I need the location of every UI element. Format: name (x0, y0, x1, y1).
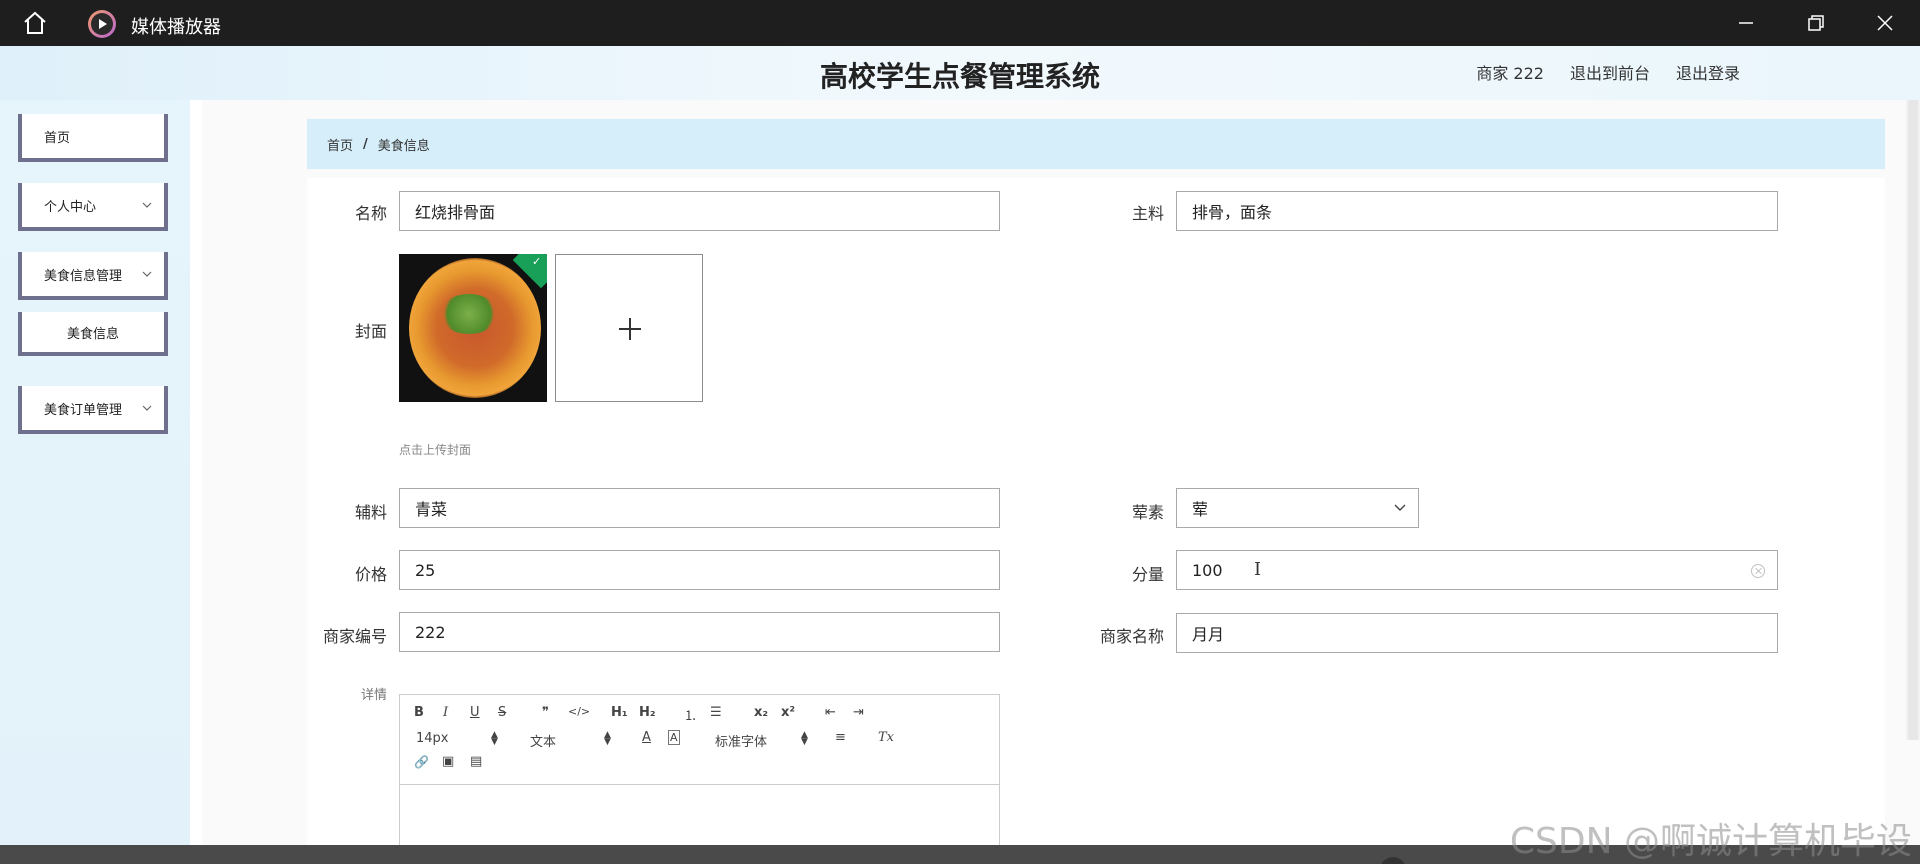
player-handle[interactable] (1380, 857, 1406, 864)
main-ingredient-input[interactable]: 排骨，面条 (1176, 191, 1778, 231)
sidebar-item-order-management[interactable]: 美食订单管理 (18, 386, 168, 434)
aux-ingredient-value: 青菜 (415, 500, 448, 519)
sidebar-item-label: 美食信息 (66, 326, 119, 342)
page-scrollbar[interactable] (1906, 100, 1920, 740)
background-color-button[interactable]: A (668, 730, 680, 745)
home-icon[interactable] (22, 11, 48, 35)
text-type-select[interactable]: 文本 ▲ ▼ (530, 731, 611, 751)
meat-veg-label: 荤素 (1131, 503, 1164, 522)
check-icon: ✓ (532, 255, 542, 268)
media-player-titlebar: 媒体播放器 (0, 0, 1920, 46)
name-input[interactable]: 红烧排骨面 (399, 191, 1000, 231)
outdent-button[interactable]: ⇤ (825, 705, 836, 720)
superscript-button[interactable]: x² (781, 705, 795, 720)
app-title: 媒体播放器 (131, 17, 221, 38)
sidebar-item-label: 美食信息管理 (44, 268, 123, 284)
meat-veg-select[interactable]: 荤 (1176, 488, 1419, 528)
main-ingredient-label: 主料 (1131, 204, 1164, 223)
code-button[interactable]: </> (568, 705, 590, 718)
merchant-name-label: 商家名称 (1099, 627, 1164, 646)
subscript-button[interactable]: x₂ (754, 705, 768, 720)
price-input[interactable]: 25 (399, 550, 1000, 590)
name-value: 红烧排骨面 (415, 203, 496, 222)
bullet-list-button[interactable]: ☰ (710, 705, 722, 720)
cover-image[interactable]: ✓ (399, 254, 547, 402)
system-header: 高校学生点餐管理系统 商家 222 退出到前台 退出登录 (0, 46, 1920, 100)
noodle-greens (439, 294, 499, 334)
merchant-account: 商家 222 (1476, 64, 1544, 83)
merchant-no-input[interactable]: 222 (399, 612, 1000, 652)
align-button[interactable]: ≡ (835, 730, 846, 745)
link-button[interactable]: 🔗 (414, 755, 429, 769)
chevron-down-icon (142, 271, 152, 277)
upload-tip: 点击上传封面 (399, 443, 472, 457)
font-size-value: 14px (416, 731, 449, 746)
indent-button[interactable]: ⇥ (853, 705, 864, 720)
portion-value: 100 (1192, 560, 1223, 580)
strike-button[interactable]: S (498, 705, 506, 720)
italic-button[interactable]: I (443, 705, 448, 720)
quote-button[interactable]: ❞ (542, 705, 549, 720)
sidebar-item-home[interactable]: 首页 (18, 114, 168, 162)
sidebar-item-label: 美食订单管理 (44, 402, 123, 418)
underline-button[interactable]: U (470, 705, 480, 720)
breadcrumb: 首页 / 美食信息 (307, 119, 1885, 169)
exit-to-front-link[interactable]: 退出到前台 (1570, 60, 1650, 84)
font-color-button[interactable]: A (642, 730, 651, 745)
clear-format-button[interactable]: Tx (878, 730, 894, 745)
minimize-icon[interactable] (1735, 12, 1757, 34)
h1-button[interactable]: H₁ (611, 705, 628, 720)
merchant-no-value: 222 (415, 622, 446, 642)
price-value: 25 (415, 560, 436, 580)
header-links: 商家 222 退出到前台 退出登录 (1476, 60, 1740, 84)
meat-veg-value: 荤 (1192, 500, 1209, 519)
font-family-select[interactable]: 标准字体 ▲ ▼ (715, 731, 808, 751)
plus-icon-vertical (629, 318, 631, 340)
font-family-value: 标准字体 (715, 735, 768, 750)
merchant-no-label: 商家编号 (322, 627, 387, 646)
image-button[interactable]: ▣ (442, 754, 454, 769)
portion-input[interactable]: 100 (1176, 550, 1778, 590)
bold-button[interactable]: B (414, 705, 424, 720)
editor-toolbar: B I U S ❞ </> H₁ H₂ ⒈ ☰ x₂ x² ⇤ ⇥ 14px ▲… (400, 695, 999, 785)
name-label: 名称 (354, 204, 387, 223)
main-ingredient-value: 排骨，面条 (1192, 203, 1273, 222)
merchant-name-value: 月月 (1192, 625, 1225, 644)
h2-button[interactable]: H₂ (639, 705, 656, 720)
clear-icon[interactable] (1751, 564, 1765, 578)
play-icon (88, 10, 116, 38)
aux-ingredient-label: 辅料 (354, 503, 387, 522)
price-label: 价格 (354, 565, 387, 584)
sidebar-item-personal-center[interactable]: 个人中心 (18, 183, 168, 231)
video-button[interactable]: ▤ (470, 754, 482, 769)
cover-label: 封面 (354, 322, 387, 341)
breadcrumb-current: 美食信息 (377, 138, 430, 154)
font-size-select[interactable]: 14px ▲ ▼ (416, 731, 498, 747)
portion-label: 分量 (1131, 565, 1164, 584)
breadcrumb-home[interactable]: 首页 (327, 135, 353, 154)
watermark: CSDN @啊诚计算机毕设 (1509, 821, 1912, 862)
page-scrollbar-thumb[interactable] (1908, 100, 1918, 740)
close-icon[interactable] (1874, 12, 1896, 34)
logout-link[interactable]: 退出登录 (1676, 60, 1740, 84)
aux-ingredient-input[interactable]: 青菜 (399, 488, 1000, 528)
sidebar-item-label: 个人中心 (44, 199, 97, 215)
ordered-list-button[interactable]: ⒈ (684, 705, 697, 724)
upload-cover-button[interactable] (555, 254, 703, 402)
sidebar-item-label: 首页 (44, 130, 71, 146)
merchant-name-input[interactable]: 月月 (1176, 613, 1778, 653)
text-cursor-icon: I (1254, 559, 1262, 580)
sidebar-item-food-management[interactable]: 美食信息管理 (18, 252, 168, 300)
restore-icon[interactable] (1805, 12, 1827, 34)
chevron-down-icon (1394, 504, 1406, 511)
chevron-down-icon (142, 405, 152, 411)
sidebar-item-food-info[interactable]: 美食信息 (18, 312, 168, 356)
chevron-down-icon (142, 202, 152, 208)
text-type-value: 文本 (530, 735, 557, 750)
detail-label: 详情 (360, 688, 387, 703)
breadcrumb-separator: / (363, 136, 368, 152)
rich-text-editor: B I U S ❞ </> H₁ H₂ ⒈ ☰ x₂ x² ⇤ ⇥ 14px ▲… (399, 694, 1000, 864)
